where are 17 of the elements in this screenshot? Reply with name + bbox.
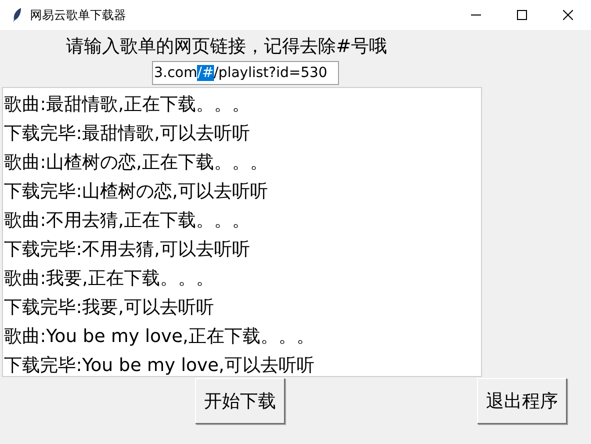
log-line: 歌曲:我要,正在下载。。。 [4,267,214,291]
window-title: 网易云歌单下载器 [30,6,127,24]
exit-button[interactable]: 退出程序 [477,378,567,424]
log-line: 歌曲:最甜情歌,正在下载。。。 [4,93,250,117]
log-line: 下载完毕:山楂树の恋,可以去听听 [4,180,268,204]
maximize-icon [517,10,527,20]
log-line: 下载完毕:You be my love,可以去听听 [4,354,314,376]
prompt-text: 请输入歌单的网页链接，记得去除#号哦 [66,36,388,57]
log-line: 歌曲:山楂树の恋,正在下载。。。 [4,151,268,175]
feather-icon [12,8,22,22]
log-line: 歌曲:You be my love,正在下载。。。 [4,325,314,349]
log-line: 下载完毕:不用去猜,可以去听听 [4,238,250,262]
start-download-button[interactable]: 开始下载 [195,378,285,424]
log-line: 歌曲:不用去猜,正在下载。。。 [4,209,250,233]
close-icon [563,10,573,20]
log-line: 下载完毕:最甜情歌,可以去听听 [4,122,250,146]
log-line: 下载完毕:我要,可以去听听 [4,296,214,320]
